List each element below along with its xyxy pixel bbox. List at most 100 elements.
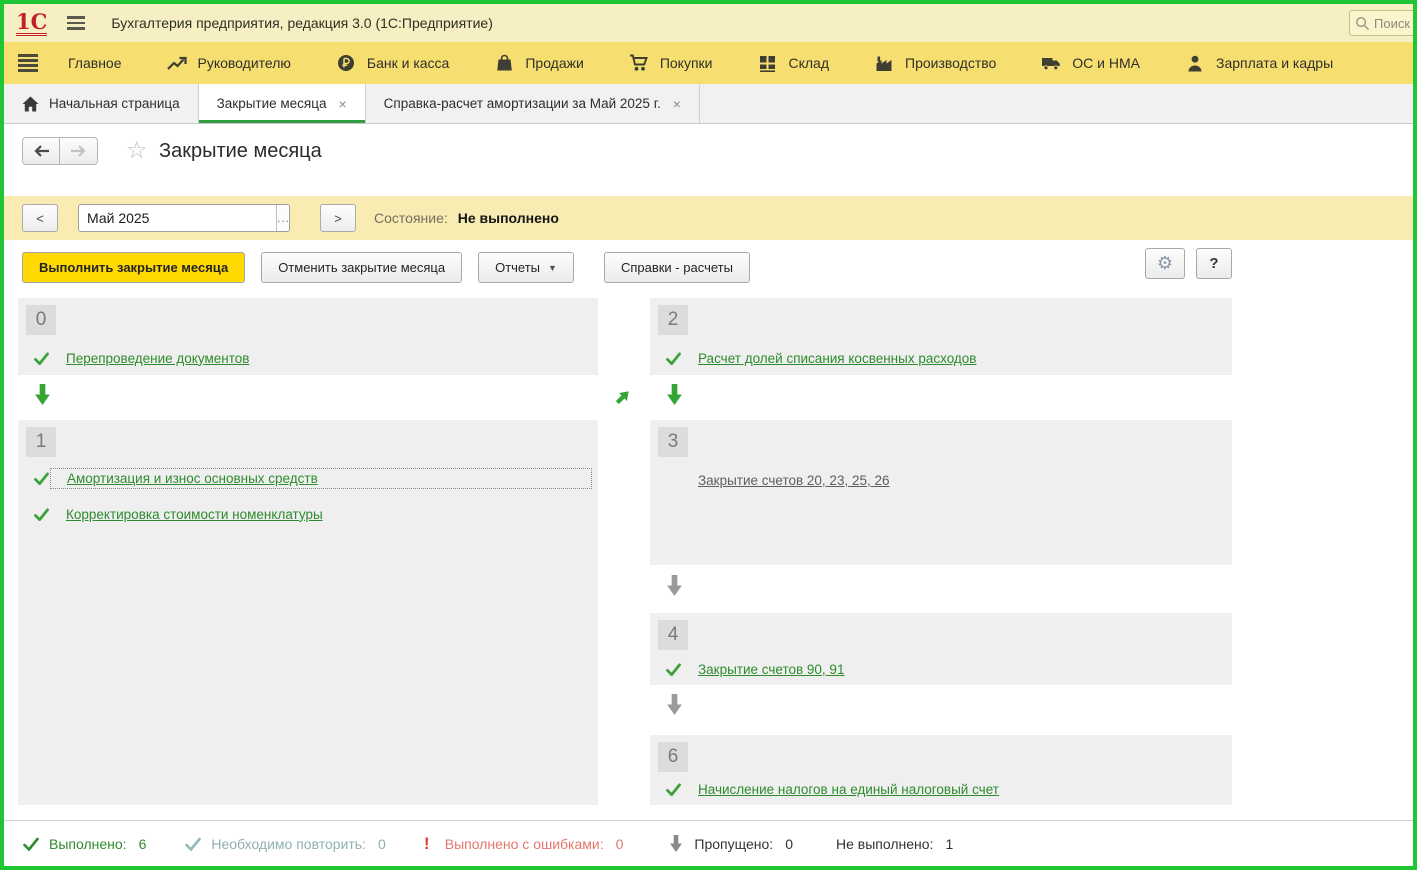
stage-number: 1: [26, 427, 56, 457]
period-band: < ... > Состояние: Не выполнено: [4, 196, 1413, 240]
stage-block-1: 1 Амортизация и износ основных средств К…: [18, 420, 598, 805]
arrow-down-icon: [35, 384, 50, 405]
stage-number: 4: [658, 620, 688, 650]
arrow-down-gray-icon: [667, 575, 682, 596]
main-menu-icon[interactable]: [67, 16, 85, 30]
help-button[interactable]: ?: [1196, 248, 1232, 279]
tab-home[interactable]: Начальная страница: [4, 84, 199, 123]
tab-depreciation-report[interactable]: Справка-расчет амортизации за Май 2025 г…: [366, 84, 700, 123]
history-nav: [22, 137, 98, 165]
execute-closing-button[interactable]: Выполнить закрытие месяца: [22, 252, 245, 283]
next-month-button[interactable]: >: [320, 204, 356, 232]
menu-item-warehouse[interactable]: Склад: [756, 55, 829, 72]
arrow-down-gray-icon: [667, 835, 685, 852]
open-windows-tabbar: Начальная страница Закрытие месяца × Спр…: [4, 84, 1413, 124]
operation-row: Амортизация и износ основных средств: [18, 460, 598, 496]
operation-link[interactable]: Расчет долей списания косвенных расходов: [698, 351, 976, 366]
menu-item-sales[interactable]: Продажи: [493, 54, 583, 72]
operation-row: Расчет долей списания косвенных расходов: [650, 340, 1232, 376]
back-button[interactable]: [22, 137, 60, 165]
settings-button[interactable]: ⚙: [1145, 248, 1185, 279]
operation-row: Закрытие счетов 90, 91: [650, 651, 1232, 687]
forward-button[interactable]: [60, 137, 98, 165]
person-icon: [1184, 55, 1206, 72]
legend-skipped: Пропущено:0: [667, 835, 793, 852]
operation-link[interactable]: Амортизация и износ основных средств: [67, 471, 318, 486]
check-icon: [664, 352, 682, 365]
stage-block-3: 3 Закрытие счетов 20, 23, 25, 26: [650, 420, 1232, 565]
1c-logo-icon: 1С: [16, 11, 47, 36]
operation-link[interactable]: Корректировка стоимости номенклатуры: [66, 507, 323, 522]
page-title: Закрытие месяца: [159, 140, 322, 163]
operation-link[interactable]: Перепроведение документов: [66, 351, 249, 366]
favorite-star-icon[interactable]: ☆: [126, 138, 148, 162]
check-icon: [32, 508, 50, 521]
exclamation-icon: !: [418, 834, 436, 854]
legend-not-done: Не выполнено:1: [827, 836, 953, 852]
check-icon: [664, 783, 682, 796]
stage-block-4: 4 Закрытие счетов 90, 91: [650, 613, 1232, 685]
home-icon: [22, 96, 39, 112]
check-teal-icon: [184, 837, 202, 851]
stage-number: 0: [26, 305, 56, 335]
menu-item-manager[interactable]: Руководителю: [166, 55, 291, 71]
sections-panel-icon[interactable]: [18, 54, 38, 72]
menu-item-production[interactable]: Производство: [873, 55, 996, 72]
close-icon[interactable]: ×: [338, 96, 346, 112]
legend-errors: ! Выполнено с ошибками:0: [418, 834, 624, 854]
cart-icon: [628, 54, 650, 72]
menu-item-bank[interactable]: Банк и касса: [335, 54, 449, 72]
tab-month-closing[interactable]: Закрытие месяца ×: [199, 84, 366, 123]
operation-row: Корректировка стоимости номенклатуры: [18, 496, 598, 532]
bag-icon: [493, 54, 515, 72]
search-icon: [1355, 16, 1370, 31]
app-window: 1С Бухгалтерия предприятия, редакция 3.0…: [0, 0, 1417, 870]
arrow-diagonal-icon: [612, 386, 635, 409]
menu-item-purchases[interactable]: Покупки: [628, 54, 713, 72]
operation-row: Начисление налогов на единый налоговый с…: [650, 771, 1232, 807]
stage-number: 2: [658, 305, 688, 335]
reports-button[interactable]: Отчеты ▼: [478, 252, 574, 283]
legend-done: Выполнено:6: [22, 836, 146, 852]
arrow-down-gray-icon: [667, 694, 682, 715]
status-label: Состояние:: [374, 210, 448, 226]
global-search-input[interactable]: Поиск: [1349, 10, 1413, 36]
operation-row: Закрытие счетов 20, 23, 25, 26: [650, 462, 1232, 498]
stage-block-0: 0 Перепроведение документов: [18, 298, 598, 375]
search-placeholder: Поиск: [1374, 16, 1410, 31]
cancel-closing-button[interactable]: Отменить закрытие месяца: [261, 252, 462, 283]
trend-icon: [166, 56, 188, 71]
operation-link[interactable]: Начисление налогов на единый налоговый с…: [698, 782, 999, 797]
status-legend: Выполнено:6 Необходимо повторить:0 ! Вып…: [4, 820, 1413, 866]
chevron-down-icon: ▼: [548, 263, 557, 273]
window-title: Бухгалтерия предприятия, редакция 3.0 (1…: [111, 15, 493, 31]
menu-item-fixed-assets[interactable]: ОС и НМА: [1040, 55, 1140, 71]
stage-block-2: 2 Расчет долей списания косвенных расход…: [650, 298, 1232, 375]
truck-icon: [1040, 55, 1062, 71]
menu-item-salary[interactable]: Зарплата и кадры: [1184, 55, 1333, 72]
status-value: Не выполнено: [458, 210, 559, 226]
window-titlebar: 1С Бухгалтерия предприятия, редакция 3.0…: [4, 4, 1413, 42]
boxes-icon: [756, 55, 778, 72]
certificates-button[interactable]: Справки - расчеты: [604, 252, 750, 283]
stage-number: 3: [658, 427, 688, 457]
menu-item-main[interactable]: Главное: [68, 55, 122, 71]
check-icon: [22, 837, 40, 851]
check-icon: [664, 663, 682, 676]
section-menubar: Главное Руководителю Банк и касса Продаж…: [4, 42, 1413, 84]
period-input[interactable]: [79, 205, 276, 231]
prev-month-button[interactable]: <: [22, 204, 58, 232]
ruble-icon: [335, 54, 357, 72]
operation-link[interactable]: Закрытие счетов 20, 23, 25, 26: [698, 473, 890, 488]
close-icon[interactable]: ×: [673, 96, 681, 112]
operation-link[interactable]: Закрытие счетов 90, 91: [698, 662, 844, 677]
check-icon: [32, 472, 50, 485]
period-field: ...: [78, 204, 290, 232]
arrow-down-icon: [667, 384, 682, 405]
factory-icon: [873, 55, 895, 72]
check-icon: [32, 352, 50, 365]
legend-repeat: Необходимо повторить:0: [184, 836, 385, 852]
period-picker-button[interactable]: ...: [276, 205, 290, 231]
stage-number: 6: [658, 742, 688, 772]
gear-icon: ⚙: [1157, 253, 1173, 274]
